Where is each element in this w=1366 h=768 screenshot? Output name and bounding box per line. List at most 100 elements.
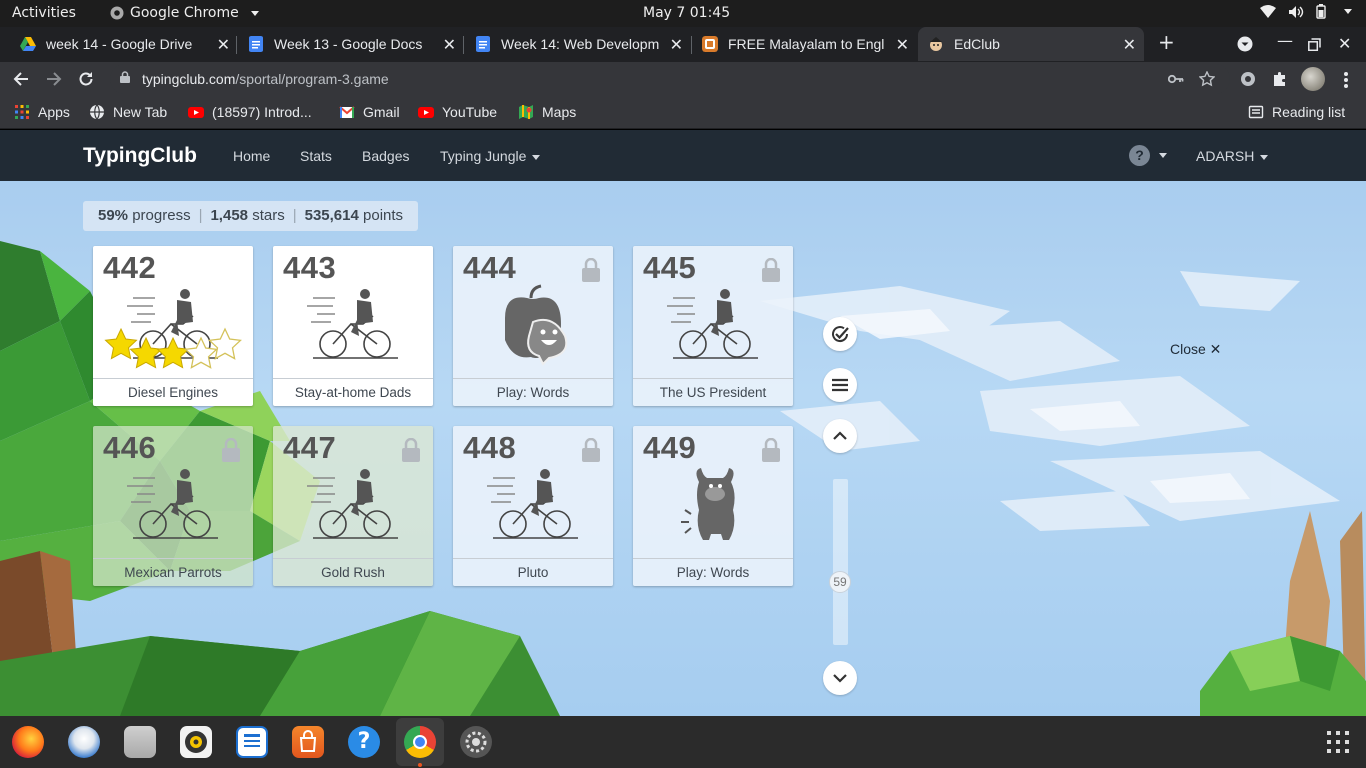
bookmark-gmail[interactable]: Gmail	[339, 104, 400, 120]
reading-list-button[interactable]: Reading list	[1248, 104, 1345, 120]
nav-typing-jungle[interactable]: Typing Jungle	[440, 148, 541, 164]
help-app-icon[interactable]: ?	[348, 726, 380, 758]
system-tray[interactable]	[1260, 4, 1352, 19]
lesson-card[interactable]: 442 Diesel Engines	[93, 246, 253, 406]
cyclist-icon	[307, 469, 398, 539]
bookmark-maps[interactable]: Maps	[518, 104, 576, 120]
bookmark-apps[interactable]: Apps	[14, 104, 70, 120]
drive-icon	[20, 37, 36, 51]
lesson-card[interactable]: 448 Pluto	[453, 426, 613, 586]
running-indicator	[418, 763, 422, 767]
close-tab-icon[interactable]: ✕	[443, 35, 456, 55]
settings-gear-icon[interactable]	[460, 726, 492, 758]
chrome-small-icon	[110, 6, 124, 20]
nav-home[interactable]: Home	[233, 148, 270, 164]
new-tab-button[interactable]: +	[1158, 30, 1175, 54]
rhythmbox-icon[interactable]	[180, 726, 212, 758]
lesson-title: Play: Words	[633, 558, 793, 586]
activities-button[interactable]: Activities	[12, 5, 76, 21]
writer-icon[interactable]	[236, 726, 268, 758]
bookmark-new-tab[interactable]: New Tab	[89, 104, 167, 120]
close-tab-icon[interactable]: ✕	[1123, 35, 1136, 55]
lesson-card[interactable]: 443 Stay-at-home Dads	[273, 246, 433, 406]
chevron-down-icon	[532, 154, 541, 160]
lesson-card[interactable]: 446 Mexican Parrots	[93, 426, 253, 586]
close-button[interactable]: Close ✕	[1170, 341, 1221, 358]
nav-stats[interactable]: Stats	[300, 148, 332, 164]
chrome-menu-icon[interactable]	[1343, 71, 1349, 89]
lesson-card[interactable]: 447 Gold Rush	[273, 426, 433, 586]
address-bar[interactable]: typingclub.com/sportal/program-3.game	[110, 64, 1230, 94]
scroll-up-button[interactable]	[823, 419, 857, 453]
minimize-button[interactable]: —	[1277, 31, 1293, 50]
chrome-icon[interactable]	[404, 726, 436, 758]
tab-google-drive[interactable]: week 14 - Google Drive ✕	[10, 27, 238, 61]
wifi-icon	[1260, 4, 1276, 18]
key-icon[interactable]	[1168, 73, 1184, 85]
typingclub-logo[interactable]: TypingClub	[83, 144, 197, 168]
speaker-icon	[185, 731, 207, 753]
firefox-icon[interactable]	[12, 726, 44, 758]
apps-grid-icon	[15, 105, 29, 119]
lesson-stars-rating	[104, 327, 242, 369]
globe-icon	[90, 104, 104, 120]
tab-edclub[interactable]: EdClub ✕	[918, 27, 1144, 61]
profile-avatar[interactable]	[1301, 67, 1325, 91]
nav-badges[interactable]: Badges	[362, 148, 409, 164]
tab-search-icon[interactable]	[1237, 36, 1253, 52]
files-icon[interactable]	[124, 726, 156, 758]
close-tab-icon[interactable]: ✕	[896, 35, 909, 55]
tab-malayalam-translate[interactable]: FREE Malayalam to Engl ✕	[692, 27, 917, 61]
close-tab-icon[interactable]: ✕	[670, 35, 683, 55]
completed-filter-button[interactable]	[823, 317, 857, 351]
lesson-card[interactable]: 449 Play: Words	[633, 426, 793, 586]
close-tab-icon[interactable]: ✕	[217, 35, 230, 55]
lesson-scrollbar[interactable]	[833, 479, 848, 645]
cyclist-icon	[667, 289, 758, 359]
help-icon[interactable]: ?	[1129, 145, 1150, 166]
extension-record-icon[interactable]	[1240, 71, 1256, 87]
lesson-number: 444	[463, 250, 517, 285]
lesson-card[interactable]: 444 Play: Words	[453, 246, 613, 406]
lock-icon	[402, 438, 420, 462]
list-view-button[interactable]	[823, 368, 857, 402]
user-menu[interactable]: ADARSH	[1196, 148, 1269, 164]
tab-google-docs-week13[interactable]: Week 13 - Google Docs ✕	[238, 27, 464, 61]
lesson-number: 447	[283, 430, 337, 465]
lesson-title: The US President	[633, 378, 793, 406]
scroll-down-button[interactable]	[823, 661, 857, 695]
chevron-down-icon	[1260, 154, 1269, 160]
bookmark-label: Maps	[542, 104, 577, 120]
app-name: Google Chrome	[130, 5, 239, 21]
lesson-number: 445	[643, 250, 697, 285]
software-center-icon[interactable]	[292, 726, 324, 758]
bookmark-youtube-intro[interactable]: (18597) Introd...	[188, 104, 312, 120]
app-menu[interactable]: Google Chrome	[110, 5, 259, 21]
extensions-puzzle-icon[interactable]	[1272, 71, 1288, 87]
lock-icon[interactable]	[120, 71, 130, 83]
close-window-button[interactable]: ✕	[1338, 34, 1351, 53]
lesson-card[interactable]: 445 The US President	[633, 246, 793, 406]
restore-button[interactable]	[1308, 38, 1321, 51]
stars-value: 1,458	[210, 207, 249, 224]
cyclist-icon	[307, 289, 398, 359]
lesson-number: 442	[103, 250, 157, 285]
clock[interactable]: May 7 01:45	[643, 5, 730, 21]
lock-icon	[582, 438, 600, 462]
document-icon	[244, 734, 260, 747]
thunderbird-icon[interactable]	[68, 726, 100, 758]
gmail-icon	[339, 106, 355, 118]
bookmark-youtube[interactable]: YouTube	[418, 104, 497, 120]
tab-google-docs-week14[interactable]: Week 14: Web Developm ✕	[465, 27, 691, 61]
scroll-position-indicator[interactable]: 59	[829, 571, 851, 593]
monster-game-icon	[681, 468, 735, 540]
back-arrow-icon[interactable]	[13, 71, 29, 87]
user-name: ADARSH	[1196, 148, 1255, 164]
show-applications-icon[interactable]	[1327, 731, 1349, 753]
edclub-icon	[930, 37, 942, 51]
lesson-title: Stay-at-home Dads	[273, 378, 433, 406]
forward-arrow-icon[interactable]	[46, 71, 62, 87]
reload-icon[interactable]	[78, 71, 94, 87]
chevron-down-icon[interactable]	[1159, 153, 1167, 158]
bookmark-star-icon[interactable]	[1199, 71, 1215, 87]
